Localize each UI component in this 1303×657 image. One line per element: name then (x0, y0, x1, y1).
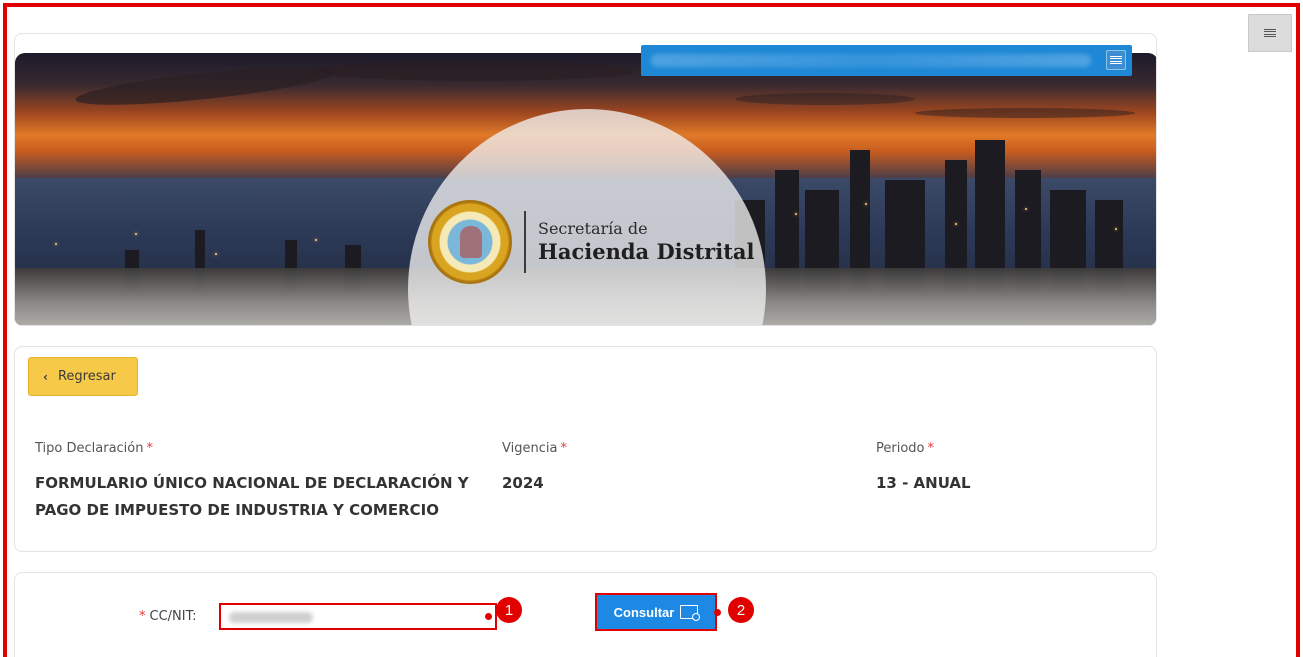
cartagena-seal-icon (428, 200, 512, 284)
consultar-label: Consultar (613, 604, 675, 620)
consultar-button[interactable]: Consultar (595, 593, 717, 631)
marker-2-dot (714, 609, 721, 616)
tipo-declaracion-label: Tipo Declaración (35, 441, 144, 456)
required-mark: * (139, 609, 146, 624)
required-mark: * (927, 441, 935, 456)
vigencia-value: 2024 (502, 474, 544, 492)
chevron-left-icon: ‹ (43, 369, 48, 384)
back-button-label: Regresar (57, 369, 116, 384)
tipo-declaracion-field: Tipo Declaración * FORMULARIO ÚNICO NACIO… (35, 441, 475, 524)
cc-nit-input[interactable] (219, 603, 497, 630)
back-button[interactable]: ‹ Regresar (28, 357, 138, 396)
search-document-icon (680, 605, 701, 621)
redacted-value (229, 612, 313, 623)
periodo-value: 13 - ANUAL (876, 474, 971, 492)
required-mark: * (560, 441, 567, 456)
marker-2: 2 (728, 597, 754, 623)
brand-line-2: Hacienda Distrital (538, 239, 755, 264)
marker-1: 1 (496, 597, 522, 623)
cc-nit-label: * CC/NIT: (139, 609, 197, 624)
brand-line-1: Secretaría de (538, 219, 648, 238)
logo-divider (524, 211, 526, 273)
declaration-info-card: ‹ Regresar Tipo Declaración * FORMULARIO … (14, 346, 1157, 552)
marker-1-dot (485, 613, 492, 620)
vigencia-field: Vigencia * 2024 (502, 441, 702, 497)
brand-logo: Secretaría de Hacienda Distrital (428, 200, 754, 284)
hamburger-icon (1110, 55, 1122, 65)
periodo-label: Periodo (876, 441, 925, 456)
cc-nit-label-text: CC/NIT: (149, 609, 197, 624)
top-menu-button[interactable] (1106, 50, 1126, 70)
side-menu-toggle[interactable] (1248, 14, 1292, 52)
vigencia-label: Vigencia (502, 441, 558, 456)
required-mark: * (146, 441, 154, 456)
search-card: * CC/NIT: 1 Consultar 2 (14, 572, 1157, 657)
banner-image (15, 53, 1156, 325)
banner-card: Secretaría de Hacienda Distrital (14, 33, 1157, 326)
hamburger-icon (1264, 28, 1276, 38)
tipo-declaracion-value: FORMULARIO ÚNICO NACIONAL DE DECLARACIÓN… (35, 474, 469, 519)
periodo-field: Periodo * 13 - ANUAL (876, 441, 1076, 497)
top-user-bar (641, 45, 1132, 76)
